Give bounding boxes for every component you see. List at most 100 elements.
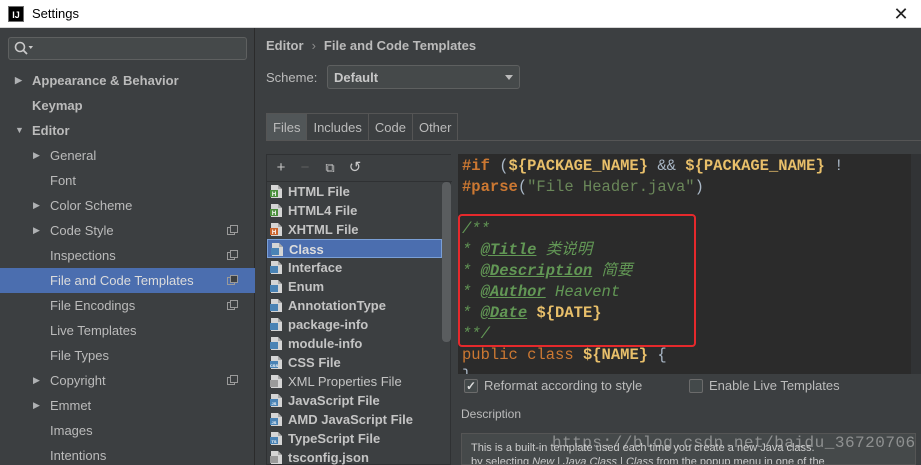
chevron-right-icon[interactable]: ▶: [33, 393, 43, 418]
scheme-dropdown[interactable]: Default: [327, 65, 520, 89]
template-label: package-info: [288, 317, 369, 332]
list-item[interactable]: XML Properties File: [267, 372, 442, 391]
sidebar-item-images[interactable]: Images: [0, 418, 255, 443]
chevron-right-icon[interactable]: ▶: [33, 143, 43, 168]
chevron-right-icon[interactable]: ▶: [15, 68, 25, 93]
live-templates-checkbox[interactable]: Enable Live Templates: [689, 378, 869, 394]
project-settings-icon: [227, 375, 238, 385]
scheme-label: Scheme:: [266, 70, 318, 85]
svg-text:H: H: [272, 211, 276, 217]
search-field[interactable]: [8, 37, 247, 60]
live-templates-checkbox-box[interactable]: [689, 379, 703, 393]
sidebar-item-file-encodings[interactable]: File Encodings: [0, 293, 255, 318]
list-item[interactable]: H XHTML File: [267, 220, 442, 239]
code-line-10: }: [462, 366, 471, 374]
description-line-2: by selecting New | Java Class | Class fr…: [471, 456, 825, 465]
add-icon[interactable]: +: [272, 159, 290, 177]
chevron-right-icon[interactable]: ▶: [33, 193, 43, 218]
code-line-2: #parse("File Header.java"): [462, 178, 704, 196]
sidebar-item-general[interactable]: ▶ General: [0, 143, 255, 168]
breadcrumb-editor[interactable]: Editor: [266, 38, 304, 53]
scheme-value: Default: [334, 70, 379, 85]
svg-text:H: H: [272, 230, 276, 236]
reformat-label: Reformat according to style: [484, 378, 643, 393]
svg-text:JS: JS: [272, 420, 277, 425]
interface-file-icon: [270, 261, 282, 274]
sidebar-item-label: General: [50, 148, 97, 163]
sidebar-item-appearance-behavior[interactable]: ▶ Appearance & Behavior: [0, 68, 255, 93]
list-item[interactable]: H HTML File: [267, 182, 442, 201]
svg-text:H: H: [272, 192, 276, 198]
enum-file-icon: [270, 280, 282, 293]
template-label: AMD JavaScript File: [288, 412, 413, 427]
list-item[interactable]: module-info: [267, 334, 442, 353]
list-item[interactable]: JS JavaScript File: [267, 391, 442, 410]
reformat-checkbox-box[interactable]: [464, 378, 478, 394]
package-info-icon: [270, 318, 282, 331]
sidebar-item-copyright[interactable]: ▶ Copyright: [0, 368, 255, 393]
list-item[interactable]: package-info: [267, 315, 442, 334]
list-item[interactable]: Interface: [267, 258, 442, 277]
editor-scrollbar[interactable]: [911, 154, 921, 374]
template-list: H HTML File H HTML4 File H XHTML File Class Int…: [267, 182, 442, 465]
tab-code[interactable]: Code: [367, 113, 413, 141]
sidebar-item-intentions[interactable]: Intentions: [0, 443, 255, 465]
list-item[interactable]: AnnotationType: [267, 296, 442, 315]
list-scrollbar[interactable]: [442, 182, 451, 342]
list-item[interactable]: Class: [267, 239, 442, 258]
remove-icon[interactable]: −: [296, 159, 314, 177]
html-file-icon: H: [270, 185, 282, 198]
chevron-right-icon[interactable]: ▶: [33, 218, 43, 243]
copy-icon[interactable]: ⧉: [321, 159, 339, 177]
list-item[interactable]: JS AMD JavaScript File: [267, 410, 442, 429]
template-label: JavaScript File: [288, 393, 380, 408]
tab-divider: [266, 140, 921, 141]
template-label: CSS File: [288, 355, 341, 370]
list-item[interactable]: H HTML4 File: [267, 201, 442, 220]
sidebar-item-label: Live Templates: [50, 323, 137, 338]
sidebar-item-label: Emmet: [50, 398, 92, 413]
template-label: HTML4 File: [288, 203, 358, 218]
code-line-9: public class ${NAME} {: [462, 346, 667, 364]
chevron-down-icon[interactable]: ▼: [15, 118, 25, 143]
chevron-right-icon[interactable]: ▶: [33, 368, 43, 393]
sidebar-item-inspections[interactable]: Inspections: [0, 243, 255, 268]
svg-text:TS: TS: [271, 439, 276, 444]
css-file-icon: CSS: [270, 356, 282, 369]
template-label: tsconfig.json: [288, 450, 369, 465]
sidebar-item-emmet[interactable]: ▶ Emmet: [0, 393, 255, 418]
template-tabs: Files Includes Code Other: [266, 113, 459, 141]
settings-sidebar: ▶ Appearance & Behavior Keymap ▼ Editor ▶ Gene…: [0, 28, 255, 465]
sidebar-item-label: Intentions: [50, 448, 107, 463]
sidebar-item-label: Inspections: [50, 248, 116, 263]
sidebar-item-code-style[interactable]: ▶ Code Style: [0, 218, 255, 243]
xhtml-file-icon: H: [270, 223, 282, 236]
close-icon[interactable]: ✕: [891, 4, 911, 24]
tab-files[interactable]: Files: [266, 113, 308, 141]
sidebar-item-file-and-code-templates[interactable]: File and Code Templates: [0, 268, 255, 293]
reformat-checkbox[interactable]: Reformat according to style: [464, 378, 664, 394]
watermark: https://blog.csdn.net/baidu_36720706: [552, 434, 916, 452]
template-label: XHTML File: [288, 222, 359, 237]
tab-includes[interactable]: Includes: [306, 113, 369, 141]
svg-text:CSS: CSS: [270, 363, 278, 368]
search-input[interactable]: [37, 40, 237, 57]
sidebar-item-live-templates[interactable]: Live Templates: [0, 318, 255, 343]
list-toolbar: + − ⧉ ↺: [267, 155, 452, 182]
sidebar-item-file-types[interactable]: File Types: [0, 343, 255, 368]
sidebar-item-editor[interactable]: ▼ Editor: [0, 118, 255, 143]
list-item[interactable]: tsconfig.json: [267, 448, 442, 465]
tab-other[interactable]: Other: [411, 113, 459, 141]
sidebar-item-font[interactable]: Font: [0, 168, 255, 193]
sidebar-item-keymap[interactable]: Keymap: [0, 93, 255, 118]
list-item[interactable]: CSS CSS File: [267, 353, 442, 372]
title-bar: IJ Settings ✕: [0, 0, 921, 28]
list-item[interactable]: Enum: [267, 277, 442, 296]
module-info-icon: [270, 337, 282, 350]
list-item[interactable]: TS TypeScript File: [267, 429, 442, 448]
highlight-annotation-box: [458, 214, 696, 347]
sidebar-item-color-scheme[interactable]: ▶ Color Scheme: [0, 193, 255, 218]
description-label: Description: [461, 407, 522, 421]
sidebar-item-label: Appearance & Behavior: [32, 73, 179, 88]
reset-icon[interactable]: ↺: [346, 159, 364, 177]
